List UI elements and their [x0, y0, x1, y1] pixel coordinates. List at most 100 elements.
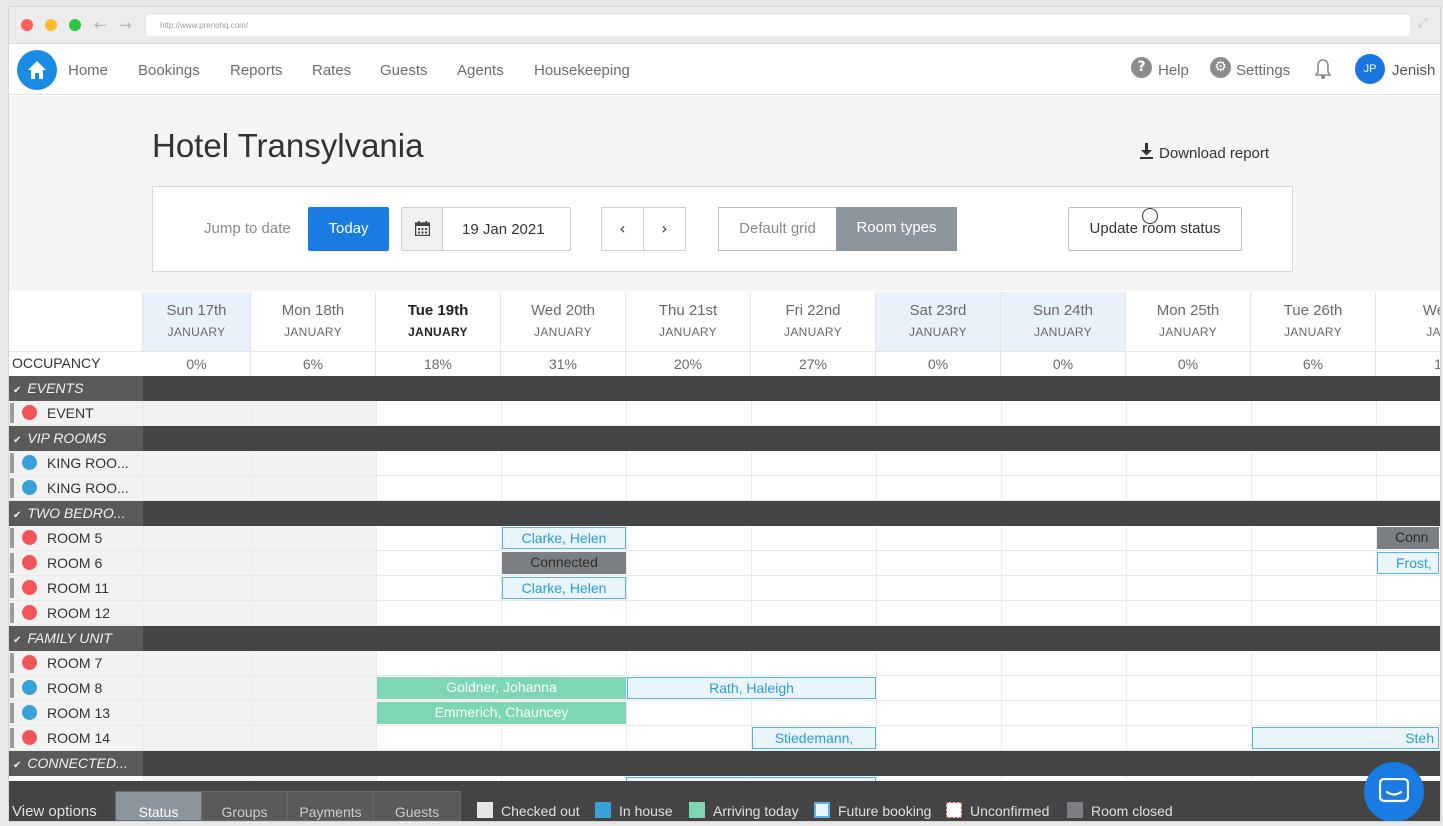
default-grid-toggle[interactable]: Default grid: [718, 207, 837, 251]
user-name[interactable]: Jenish: [1392, 62, 1435, 79]
room-type-section[interactable]: ✔ TWO BEDRO...: [9, 501, 1440, 526]
room-status-dot[interactable]: [22, 480, 37, 495]
previous-date-button[interactable]: ‹: [601, 207, 644, 251]
day-header[interactable]: Mon 18th JANUARY: [251, 292, 376, 352]
room-row-label[interactable]: KING ROO...: [9, 451, 143, 475]
room-status-dot[interactable]: [22, 455, 37, 470]
nav-housekeeping[interactable]: Housekeeping: [534, 62, 630, 79]
room-types-toggle[interactable]: Room types: [836, 207, 957, 251]
row-divider: [9, 675, 1440, 676]
section-label[interactable]: ✔ CONNECTED...: [9, 751, 143, 776]
help-link[interactable]: Help: [1158, 62, 1189, 79]
room-row-label[interactable]: ROOM 12: [9, 601, 143, 625]
room-status-dot[interactable]: [22, 555, 37, 570]
nav-reports[interactable]: Reports: [230, 62, 283, 79]
room-status-dot[interactable]: [22, 530, 37, 545]
nav-agents[interactable]: Agents: [457, 62, 504, 79]
download-report-button[interactable]: Download report: [1139, 143, 1269, 162]
booking-block[interactable]: Rath, Haleigh: [627, 677, 876, 699]
booking-block[interactable]: Conn: [1377, 527, 1439, 549]
room-status-dot[interactable]: [22, 655, 37, 670]
chevron-down-icon[interactable]: ✔: [13, 635, 21, 646]
avatar[interactable]: JP: [1355, 54, 1385, 84]
help-icon[interactable]: ?: [1131, 57, 1152, 78]
bell-icon[interactable]: [1314, 58, 1332, 80]
download-icon: [1140, 143, 1153, 159]
address-bar[interactable]: http://www.prenohq.com/: [146, 15, 1410, 36]
day-header[interactable]: Sun 24th JANUARY: [1001, 292, 1126, 352]
day-header[interactable]: Wed JAN: [1376, 292, 1440, 352]
room-row-label[interactable]: ROOM 14: [9, 726, 143, 750]
chat-icon: [1379, 778, 1409, 803]
room-type-section[interactable]: ✔ EVENTS: [9, 376, 1440, 401]
booking-block[interactable]: Stiedemann,: [752, 727, 876, 749]
view-options-label: View options: [12, 803, 97, 820]
room-row-label[interactable]: ROOM 11: [9, 576, 143, 600]
day-month: JANUARY: [784, 325, 842, 339]
room-type-section[interactable]: ✔ FAMILY UNIT: [9, 626, 1440, 651]
close-window-button[interactable]: [21, 19, 33, 31]
app-logo[interactable]: [17, 50, 57, 90]
room-status-dot[interactable]: [22, 605, 37, 620]
day-header[interactable]: Wed 20th JANUARY: [501, 292, 626, 352]
booking-block[interactable]: Frost,: [1377, 552, 1439, 574]
room-status-dot[interactable]: [22, 730, 37, 745]
room-status-dot[interactable]: [22, 705, 37, 720]
chevron-down-icon[interactable]: ✔: [13, 435, 21, 446]
today-button[interactable]: Today: [308, 207, 389, 251]
room-row-label[interactable]: ROOM 6: [9, 551, 143, 575]
room-type-section[interactable]: ✔ VIP ROOMS: [9, 426, 1440, 451]
day-header[interactable]: Fri 22nd JANUARY: [751, 292, 876, 352]
maximize-window-button[interactable]: [69, 19, 81, 31]
nav-bookings[interactable]: Bookings: [138, 62, 200, 79]
room-type-section[interactable]: ✔ CONNECTED...: [9, 751, 1440, 776]
chat-button[interactable]: [1364, 762, 1424, 821]
day-header[interactable]: Sat 23rd JANUARY: [876, 292, 1001, 352]
day-header[interactable]: Thu 21st JANUARY: [626, 292, 751, 352]
booking-block[interactable]: Clarke, Helen: [502, 577, 626, 599]
calendar-icon[interactable]: [402, 208, 443, 250]
booking-block[interactable]: Connected: [502, 552, 626, 574]
room-row-label[interactable]: ROOM 7: [9, 651, 143, 675]
back-arrow-icon[interactable]: ←: [94, 16, 107, 34]
day-header[interactable]: Sun 17th JANUARY: [143, 292, 251, 352]
room-status-dot[interactable]: [22, 680, 37, 695]
chevron-down-icon[interactable]: ✔: [13, 510, 21, 521]
chevron-down-icon[interactable]: ✔: [13, 760, 21, 771]
room-row-label[interactable]: ROOM 13: [9, 701, 143, 725]
gear-icon[interactable]: ⚙: [1210, 57, 1231, 78]
room-status-dot[interactable]: [22, 580, 37, 595]
room-name: ROOM 11: [47, 580, 109, 596]
booking-block[interactable]: Clarke, Helen: [502, 527, 626, 549]
tab-guests[interactable]: Guests: [373, 791, 461, 821]
tab-payments[interactable]: Payments: [287, 791, 374, 821]
tab-status[interactable]: Status: [115, 791, 202, 821]
nav-home[interactable]: Home: [68, 62, 108, 79]
booking-block[interactable]: Goldner, Johanna: [377, 677, 626, 699]
day-header[interactable]: Tue 19th JANUARY: [376, 292, 501, 352]
nav-rates[interactable]: Rates: [312, 62, 351, 79]
legend-room-closed: Room closed: [1091, 803, 1173, 819]
expand-icon[interactable]: ⤢: [1418, 16, 1428, 31]
room-row-label[interactable]: EVENT: [9, 401, 143, 425]
forward-arrow-icon[interactable]: →: [119, 16, 132, 34]
room-status-dot[interactable]: [22, 405, 37, 420]
date-picker[interactable]: 19 Jan 2021: [401, 207, 571, 251]
next-date-button[interactable]: ›: [643, 207, 686, 251]
day-header[interactable]: Mon 25th JANUARY: [1126, 292, 1251, 352]
section-label[interactable]: ✔ EVENTS: [9, 376, 143, 401]
chevron-down-icon[interactable]: ✔: [13, 385, 21, 396]
settings-link[interactable]: Settings: [1236, 62, 1290, 79]
room-row-label[interactable]: ROOM 5: [9, 526, 143, 550]
nav-guests[interactable]: Guests: [380, 62, 428, 79]
section-label[interactable]: ✔ TWO BEDRO...: [9, 501, 143, 526]
room-row-label[interactable]: ROOM 8: [9, 676, 143, 700]
minimize-window-button[interactable]: [45, 19, 57, 31]
booking-block[interactable]: Emmerich, Chauncey: [377, 702, 626, 724]
booking-block[interactable]: Steh: [1252, 727, 1439, 749]
room-row-label[interactable]: KING ROO...: [9, 476, 143, 500]
section-label[interactable]: ✔ FAMILY UNIT: [9, 626, 143, 651]
section-label[interactable]: ✔ VIP ROOMS: [9, 426, 143, 451]
day-header[interactable]: Tue 26th JANUARY: [1251, 292, 1376, 352]
tab-groups[interactable]: Groups: [201, 791, 288, 821]
